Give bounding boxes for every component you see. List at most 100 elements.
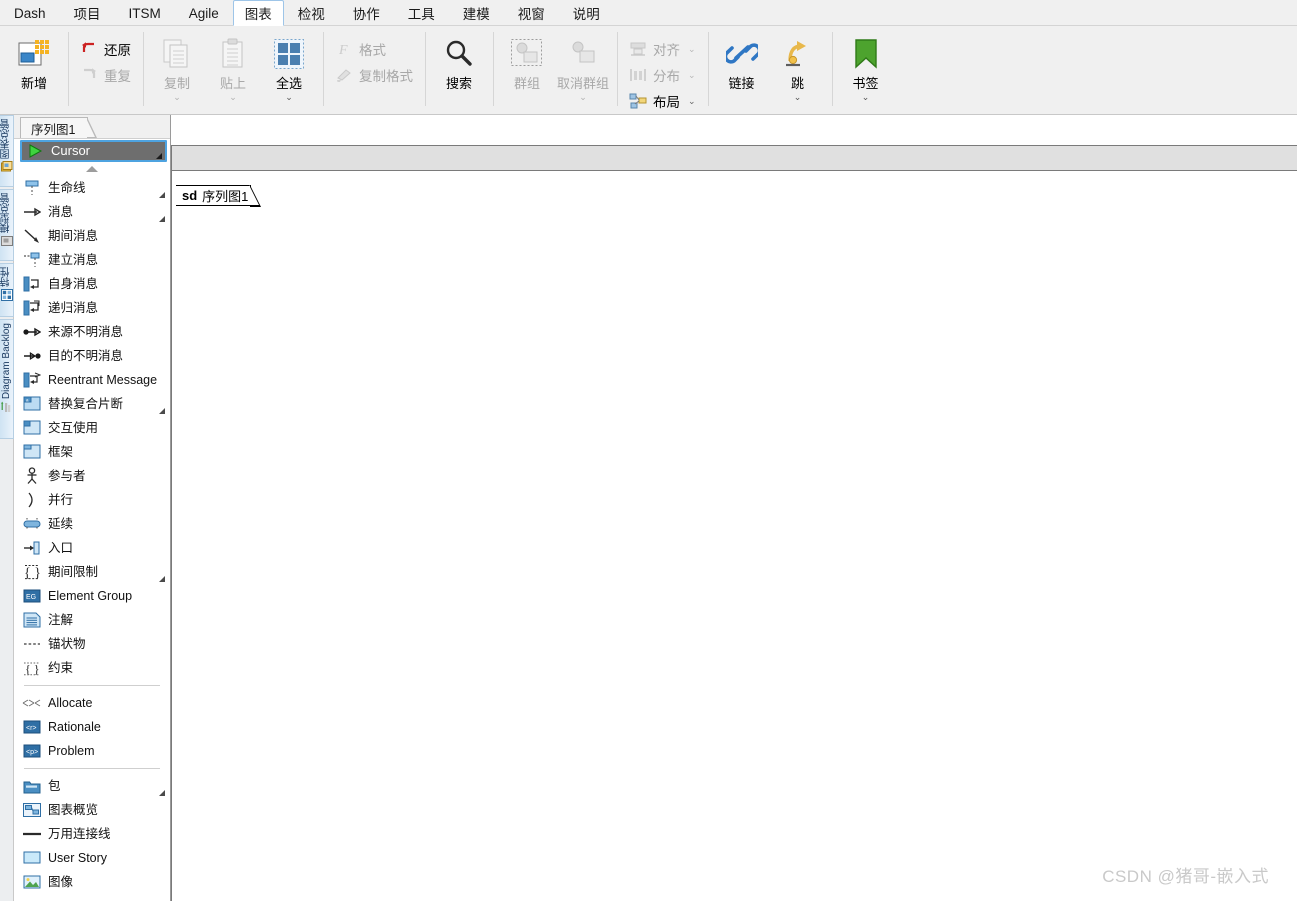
toolbox-item-continuation[interactable]: 延续 xyxy=(14,512,170,536)
toolbox-item-gate[interactable]: 入口 xyxy=(14,536,170,560)
menu-item-agile[interactable]: Agile xyxy=(175,0,233,26)
toolbox-item-list[interactable]: Cursor 生命线 消息 期间消息 建立消息 自身消息 递归消息来源不明消息目的不明消息 R… xyxy=(14,139,170,900)
toolbox-item-diagram-overview[interactable]: 图表概览 xyxy=(14,798,170,822)
menu-item-协作[interactable]: 协作 xyxy=(339,0,394,26)
menu-item-dash[interactable]: Dash xyxy=(0,0,60,26)
toolbox-item-image[interactable]: 图像 xyxy=(14,870,170,894)
chevron-down-icon[interactable]: ⌄ xyxy=(794,93,802,102)
toolbox-item-problem[interactable]: <p> Problem xyxy=(14,739,170,763)
toolbox-item-anchor[interactable]: 锚状物 xyxy=(14,632,170,656)
chevron-down-icon[interactable]: ⌄ xyxy=(688,96,696,107)
toolbox-item-label: Problem xyxy=(48,744,95,758)
chevron-down-icon[interactable]: ⌄ xyxy=(285,93,293,102)
ribbon-button-bookmark[interactable]: 书签 ⌄ xyxy=(838,30,894,102)
toolbox-item-note[interactable]: 注解 xyxy=(14,608,170,632)
toolbox-item-element-group[interactable]: EG Element Group xyxy=(14,584,170,608)
toolbox-item-label: 来源不明消息 xyxy=(48,325,124,339)
vertical-tab-1[interactable]: 图表总管 xyxy=(0,115,14,187)
message-arrow-icon xyxy=(22,203,42,221)
toolbox-collapse-button[interactable] xyxy=(14,162,170,176)
link-chain-icon xyxy=(725,34,758,74)
toolbox-item-lifeline[interactable]: 生命线 xyxy=(14,176,170,200)
expand-corner-icon[interactable] xyxy=(159,216,165,222)
toolbox-item-label: Element Group xyxy=(48,589,133,603)
toolbox-item-duration-constraint[interactable]: { } 期间限制 xyxy=(14,560,170,584)
ribbon-button-format-painter: 复制格式 xyxy=(329,62,419,88)
ribbon-button-undo[interactable]: 还原 xyxy=(74,36,137,62)
svg-text:{ }: { } xyxy=(24,566,41,580)
toolbox-item-reentrant-message[interactable]: Reentrant Message xyxy=(14,368,170,392)
duration-message-icon xyxy=(22,227,42,245)
toolbox-item-found-message[interactable]: 来源不明消息 xyxy=(14,320,170,344)
toolbox-item-cursor-arrow[interactable]: Cursor xyxy=(20,140,167,162)
expand-corner-icon[interactable] xyxy=(159,790,165,796)
ribbon-button-new-diagram[interactable]: 新增 xyxy=(6,30,62,91)
toolbox-item-recursive-message[interactable]: 递归消息 xyxy=(14,296,170,320)
ribbon-button-label: 分布 xyxy=(653,69,680,84)
ribbon-button-label: 全选 xyxy=(275,76,302,91)
ribbon-button-link-chain[interactable]: 链接 xyxy=(714,30,770,91)
ribbon-button-align: 对齐 ⌄ xyxy=(623,36,702,62)
vertical-tab-2[interactable]: 模型总管 xyxy=(0,189,14,261)
ribbon-group-undo-group: 还原 重复 xyxy=(68,26,143,114)
menu-item-工具[interactable]: 工具 xyxy=(394,0,449,26)
toolbox-item-frame[interactable]: 框架 xyxy=(14,440,170,464)
menu-bar: Dash 项目 ITSM Agile 图表 检视 协作 工具 建模 视窗 说明 xyxy=(0,0,1297,26)
ungroup-icon xyxy=(567,34,599,74)
menu-item-说明[interactable]: 说明 xyxy=(559,0,614,26)
toolbox-item-combined-fragment[interactable]: a 替换复合片断 xyxy=(14,392,170,416)
toolbox-item-duration-message[interactable]: 期间消息 xyxy=(14,224,170,248)
toolbox-item-actor[interactable]: 参与者 xyxy=(14,464,170,488)
toolbox-item-label: User Story xyxy=(48,851,108,865)
ribbon-group-clipboard-group: 复制 ⌄ 贴上 ⌄ 全选 ⌄ xyxy=(143,26,323,114)
menu-item-视窗[interactable]: 视窗 xyxy=(504,0,559,26)
expand-corner-icon[interactable] xyxy=(159,192,165,198)
canvas-drawing-surface[interactable]: sd 序列图1 CSDN @猪哥-嵌入式 xyxy=(171,171,1297,901)
ribbon-button-paste: 贴上 ⌄ xyxy=(205,30,261,102)
menu-item-itsm[interactable]: ITSM xyxy=(115,0,175,26)
user-story-icon xyxy=(22,849,42,867)
ribbon-button-label: 书签 xyxy=(852,76,879,91)
menu-item-检视[interactable]: 检视 xyxy=(284,0,339,26)
toolbox-item-lost-message[interactable]: 目的不明消息 xyxy=(14,344,170,368)
vertical-tab-3[interactable]: 特性 xyxy=(0,263,14,317)
menu-item-项目[interactable]: 项目 xyxy=(60,0,115,26)
toolbox-item-create-message[interactable]: 建立消息 xyxy=(14,248,170,272)
chevron-up-icon xyxy=(86,166,98,172)
toolbox-item-parallel[interactable]: 并行 xyxy=(14,488,170,512)
toolbox-tab-label: 序列图1 xyxy=(31,122,76,137)
toolbox-item-label: 锚状物 xyxy=(48,637,86,651)
toolbox-item-constraint[interactable]: { } 约束 xyxy=(14,656,170,680)
toolbox-tab-sequence-diagram[interactable]: 序列图1 xyxy=(20,117,98,138)
toolbox-item-rationale[interactable]: <r> Rationale xyxy=(14,715,170,739)
format-F-icon: F xyxy=(335,40,353,58)
problem-icon: <p> xyxy=(22,742,42,760)
menu-item-图表[interactable]: 图表 xyxy=(232,0,284,26)
toolbox-item-label: 替换复合片断 xyxy=(48,397,124,411)
svg-text:<p>: <p> xyxy=(26,749,38,756)
expand-corner-icon[interactable] xyxy=(156,153,162,159)
menu-item-建模[interactable]: 建模 xyxy=(449,0,504,26)
ribbon-button-select-all[interactable]: 全选 ⌄ xyxy=(261,30,317,102)
lifeline-icon xyxy=(22,179,42,197)
ribbon-button-layout[interactable]: 布局 ⌄ xyxy=(623,88,702,114)
distribute-icon xyxy=(629,66,647,84)
interaction-use-icon xyxy=(22,419,42,437)
diagram-canvas-area[interactable]: sd 序列图1 CSDN @猪哥-嵌入式 xyxy=(171,115,1297,901)
toolbox-item-allocate[interactable]: Allocate xyxy=(14,691,170,715)
toolbox-item-interaction-use[interactable]: 交互使用 xyxy=(14,416,170,440)
toolbox-item-user-story[interactable]: User Story xyxy=(14,846,170,870)
expand-corner-icon[interactable] xyxy=(159,576,165,582)
ribbon-button-jump-arrow[interactable]: 跳 ⌄ xyxy=(770,30,826,102)
ribbon-button-label: 贴上 xyxy=(219,76,246,91)
vertical-tab-4[interactable]: Diagram Backlog xyxy=(0,319,14,439)
ribbon-small-button-stack: F 格式 复制格式 xyxy=(329,30,419,88)
toolbox-item-universal-connector[interactable]: 万用连接线 xyxy=(14,822,170,846)
expand-corner-icon[interactable] xyxy=(159,408,165,414)
toolbox-item-self-message[interactable]: 自身消息 xyxy=(14,272,170,296)
ribbon-button-magnifier[interactable]: 搜索 xyxy=(431,30,487,91)
undo-icon xyxy=(80,40,98,58)
chevron-down-icon[interactable]: ⌄ xyxy=(862,93,870,102)
toolbox-item-message-arrow[interactable]: 消息 xyxy=(14,200,170,224)
toolbox-item-package[interactable]: 包 xyxy=(14,774,170,798)
